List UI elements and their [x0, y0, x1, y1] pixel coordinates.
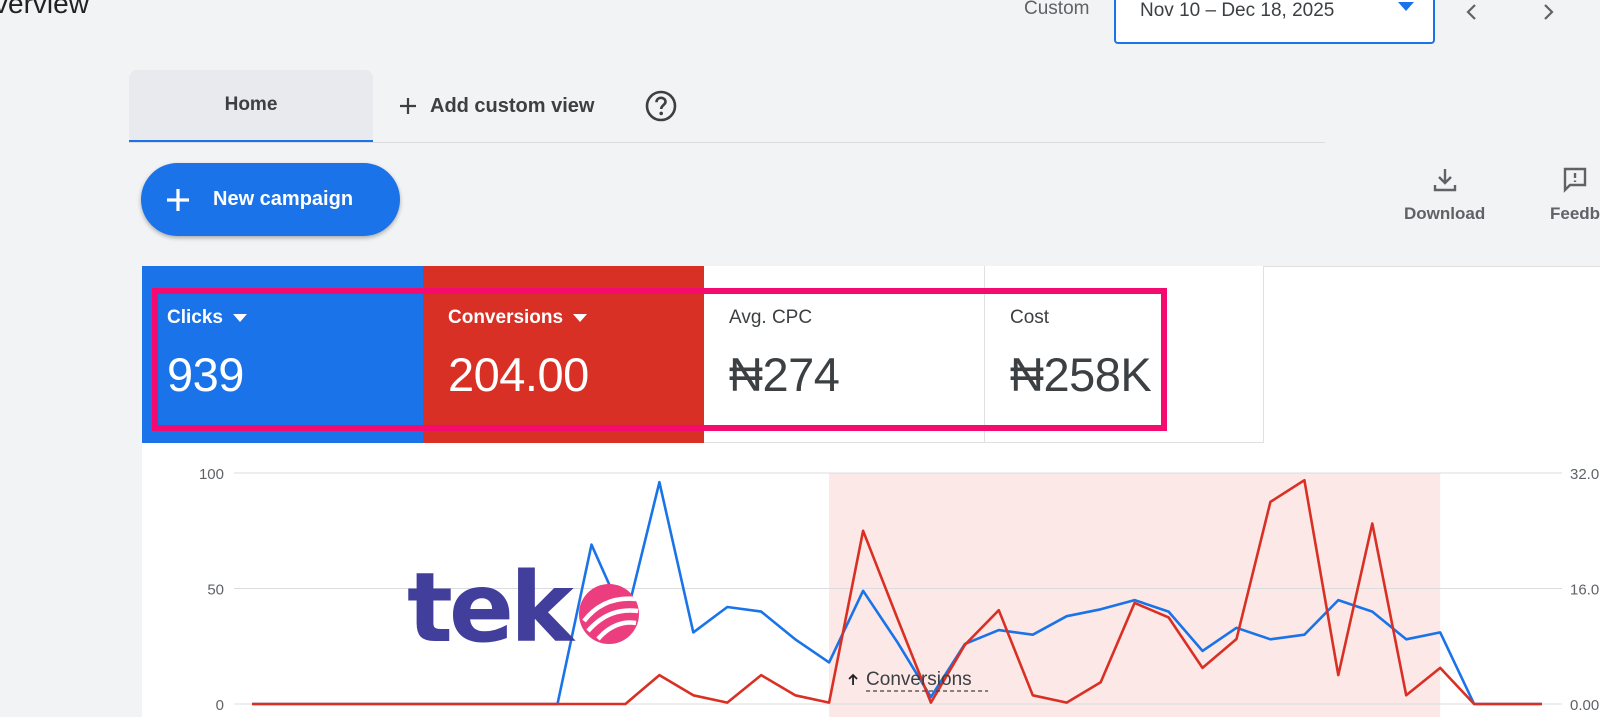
metric-conversions-label[interactable]: Conversions [448, 307, 704, 329]
right-tick-label: 32.0 [1570, 466, 1599, 483]
tabs-divider [129, 142, 1325, 143]
plus-icon [167, 188, 189, 211]
chevron-left-icon [1466, 4, 1476, 20]
metric-cost-label: Cost [1010, 307, 1050, 328]
download-label: Download [1404, 204, 1486, 223]
metric-cost[interactable]: Cost ₦258K [985, 266, 1264, 443]
metric-avg-cpc-label: Avg. CPC [729, 307, 813, 328]
metric-avg-cpc-value: ₦274 [729, 348, 840, 401]
page-title: verview [0, 0, 89, 19]
watermark-text: tek [407, 552, 574, 664]
metric-clicks-value: 939 [167, 348, 244, 401]
tab-home[interactable]: Home [129, 70, 373, 142]
metric-conversions[interactable]: Conversions 204.00 [423, 266, 704, 443]
dropdown-caret-icon [573, 314, 588, 322]
performance-chart: 100 32.0 50 16.0 0 0.00 Conversions [199, 466, 1599, 717]
metric-cost-value: ₦258K [1010, 348, 1152, 401]
feedback-icon [1563, 167, 1587, 193]
dropdown-caret-icon [1398, 2, 1414, 11]
new-campaign-label: New campaign [213, 188, 354, 210]
date-range-label: Custom [1024, 0, 1090, 19]
feedback-button[interactable]: Feedb [1550, 166, 1600, 224]
date-range-picker[interactable]: Nov 10 – Dec 18, 2025 [1114, 0, 1435, 44]
previous-period-button[interactable] [1456, 0, 1488, 28]
next-period-button[interactable] [1532, 0, 1564, 28]
annotation-label: Conversions [866, 669, 972, 690]
right-tick-label: 0.00 [1570, 697, 1599, 714]
right-tick-label: 16.0 [1570, 582, 1599, 599]
add-custom-view-tab[interactable]: Add custom view [398, 88, 594, 124]
metric-avg-cpc[interactable]: Avg. CPC ₦274 [704, 266, 985, 443]
watermark-logo: tek [407, 560, 642, 656]
metric-clicks[interactable]: Clicks 939 [142, 266, 423, 443]
plus-icon [400, 98, 416, 114]
download-button[interactable]: Download [1404, 166, 1485, 224]
date-range-value: Nov 10 – Dec 18, 2025 [1140, 0, 1335, 21]
left-tick-label: 50 [207, 582, 224, 599]
metric-clicks-label[interactable]: Clicks [167, 307, 423, 329]
download-icon [1433, 169, 1456, 192]
metric-conversions-label-text: Conversions [448, 307, 564, 328]
metric-clicks-label-text: Clicks [167, 307, 223, 328]
ball-logo-icon [578, 584, 639, 644]
left-tick-label: 0 [216, 697, 224, 714]
dropdown-caret-icon [232, 314, 247, 322]
new-campaign-button[interactable]: New campaign [141, 163, 400, 236]
left-tick-label: 100 [199, 466, 224, 483]
add-custom-view-label: Add custom view [430, 94, 595, 117]
metric-conversions-value: 204.00 [448, 348, 589, 401]
chevron-right-icon [1544, 4, 1554, 20]
feedback-label: Feedb [1550, 204, 1600, 223]
help-icon[interactable] [644, 89, 678, 128]
